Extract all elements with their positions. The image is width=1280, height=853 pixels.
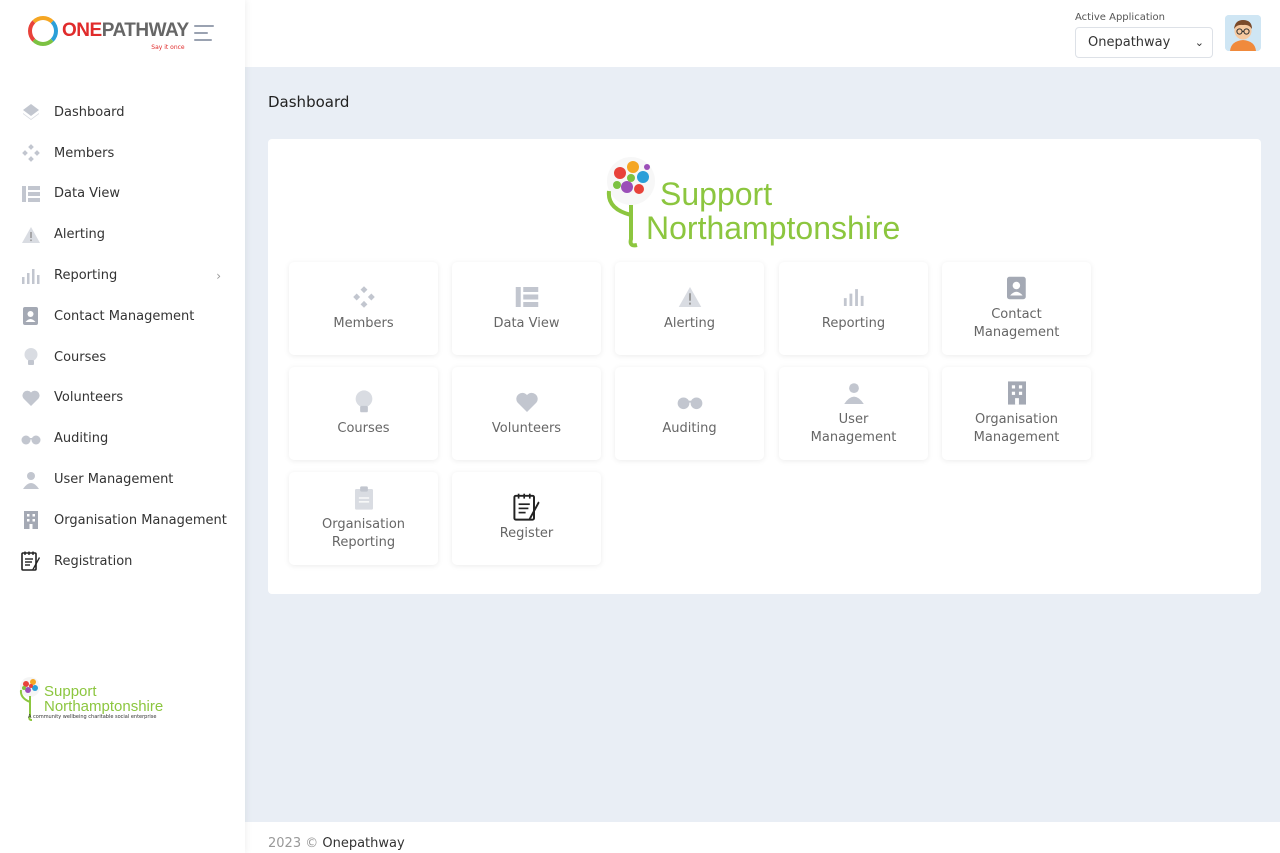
menu-toggle-icon[interactable] (194, 25, 216, 41)
footer: 2023 © Onepathway (245, 822, 1280, 853)
building-icon (20, 509, 42, 531)
sidebar-item-members[interactable]: Members (0, 133, 245, 174)
sidebar-item-label: Auditing (54, 431, 109, 447)
sidebar-item-label: Data View (54, 186, 121, 202)
top-header: Active Application Onepathway ⌄ (245, 0, 1280, 67)
tile-volunteers[interactable]: Volunteers (452, 367, 601, 460)
sidebar-item-user-management[interactable]: User Management (0, 459, 245, 500)
tile-label: Courses (337, 420, 390, 436)
sidebar-item-courses[interactable]: Courses (0, 337, 245, 378)
tile-label: Contact Management (973, 306, 1060, 340)
tile-data-view[interactable]: Data View (452, 262, 601, 355)
sidebar-item-label: Alerting (54, 227, 106, 243)
sidebar-item-label: Members (54, 145, 115, 161)
tile-auditing[interactable]: Auditing (615, 367, 764, 460)
sidebar-item-data-view[interactable]: Data View (0, 174, 245, 215)
clipboard-icon (354, 485, 373, 510)
tile-register[interactable]: Register (452, 472, 601, 565)
tile-members[interactable]: Members (289, 262, 438, 355)
active-application-value: Onepathway (1088, 35, 1171, 50)
sidebar-item-label: User Management (54, 472, 174, 488)
logo-text-pathway: PATHWAY (101, 20, 189, 41)
building-icon (1007, 380, 1026, 405)
contact-book-icon (1006, 276, 1027, 300)
sidebar-item-dashboard[interactable]: Dashboard (0, 92, 245, 133)
members-icon (352, 285, 375, 309)
tile-label: Data View (493, 315, 560, 331)
onepathway-logo[interactable]: ONEPATHWAY Say it once (28, 16, 189, 51)
diamond-icon (20, 101, 42, 123)
tile-label: Members (333, 315, 394, 331)
lightbulb-icon (355, 389, 373, 414)
glasses-icon (20, 428, 42, 450)
tile-user-management[interactable]: User Management (779, 367, 928, 460)
members-icon (20, 142, 42, 164)
logo-ring-icon (28, 16, 58, 46)
tile-label: User Management (810, 411, 897, 445)
support-northamptonshire-logo: Support Northamptonshire A community well… (18, 676, 168, 724)
bar-chart-icon (843, 285, 865, 309)
side-logo-tagline: A community wellbeing charitable social … (28, 714, 157, 720)
chevron-down-icon: ⌄ (1194, 36, 1204, 49)
logo-tagline: Say it once (151, 44, 185, 51)
tile-label: Organisation Management (973, 411, 1060, 445)
tile-contact-management[interactable]: Contact Management (942, 262, 1091, 355)
tile-label: Alerting (663, 315, 716, 331)
sidebar-nav: Dashboard Members Data View Alerting Rep… (0, 92, 245, 582)
list-icon (515, 285, 539, 309)
sidebar-item-label: Volunteers (54, 390, 124, 406)
tile-label: Organisation Reporting (321, 516, 406, 550)
lightbulb-icon (20, 346, 42, 368)
sidebar-item-label: Organisation Management (54, 512, 227, 528)
sidebar-item-organisation-management[interactable]: Organisation Management (0, 500, 245, 541)
footer-copyright: 2023 © (268, 836, 319, 851)
tile-label: Auditing (662, 420, 717, 436)
tile-courses[interactable]: Courses (289, 367, 438, 460)
tile-organisation-management[interactable]: Organisation Management (942, 367, 1091, 460)
sidebar-item-alerting[interactable]: Alerting (0, 214, 245, 255)
active-application-select[interactable]: Onepathway ⌄ (1075, 27, 1213, 58)
sidebar-item-auditing[interactable]: Auditing (0, 418, 245, 459)
page-title: Dashboard (268, 93, 350, 111)
sidebar-item-volunteers[interactable]: Volunteers (0, 378, 245, 419)
tile-label: Volunteers (491, 420, 562, 436)
user-avatar-icon (1225, 15, 1261, 51)
tile-label: Reporting (821, 315, 886, 331)
side-logo-line2: Northamptonshire (44, 698, 164, 715)
sidebar-item-label: Contact Management (54, 308, 195, 324)
avatar[interactable] (1225, 15, 1261, 51)
contact-book-icon (20, 305, 42, 327)
sidebar-item-label: Registration (54, 553, 133, 569)
list-icon (20, 183, 42, 205)
warning-icon (678, 285, 702, 309)
sidebar-item-label: Courses (54, 349, 107, 365)
sidebar-item-reporting[interactable]: Reporting › (0, 255, 245, 296)
user-icon (843, 381, 865, 405)
dashboard-card: Support Northamptonshire Members Data Vie… (268, 139, 1261, 594)
support-northamptonshire-hero-logo: Support Northamptonshire (605, 155, 925, 249)
tile-label: Register (499, 525, 554, 541)
tile-reporting[interactable]: Reporting (779, 262, 928, 355)
sidebar-item-label: Reporting (54, 268, 118, 284)
notepad-icon (20, 550, 42, 572)
warning-icon (20, 224, 42, 246)
sidebar-item-registration[interactable]: Registration (0, 541, 245, 582)
logo-text-one: ONE (62, 20, 102, 41)
heart-icon (515, 390, 539, 414)
footer-brand-link[interactable]: Onepathway (322, 836, 404, 851)
hero-logo-line2: Northamptonshire (646, 210, 901, 246)
hero-logo-line1: Support (660, 176, 773, 212)
sidebar: ONEPATHWAY Say it once Dashboard Members… (0, 0, 245, 853)
tile-alerting[interactable]: Alerting (615, 262, 764, 355)
tile-organisation-reporting[interactable]: Organisation Reporting (289, 472, 438, 565)
sidebar-item-contact-management[interactable]: Contact Management (0, 296, 245, 337)
glasses-icon (677, 390, 703, 414)
bar-chart-icon (20, 265, 42, 287)
sidebar-item-label: Dashboard (54, 104, 125, 120)
user-icon (20, 469, 42, 491)
heart-icon (20, 387, 42, 409)
notepad-icon (512, 493, 541, 521)
chevron-right-icon: › (216, 268, 221, 283)
active-application-label: Active Application (1075, 12, 1165, 23)
